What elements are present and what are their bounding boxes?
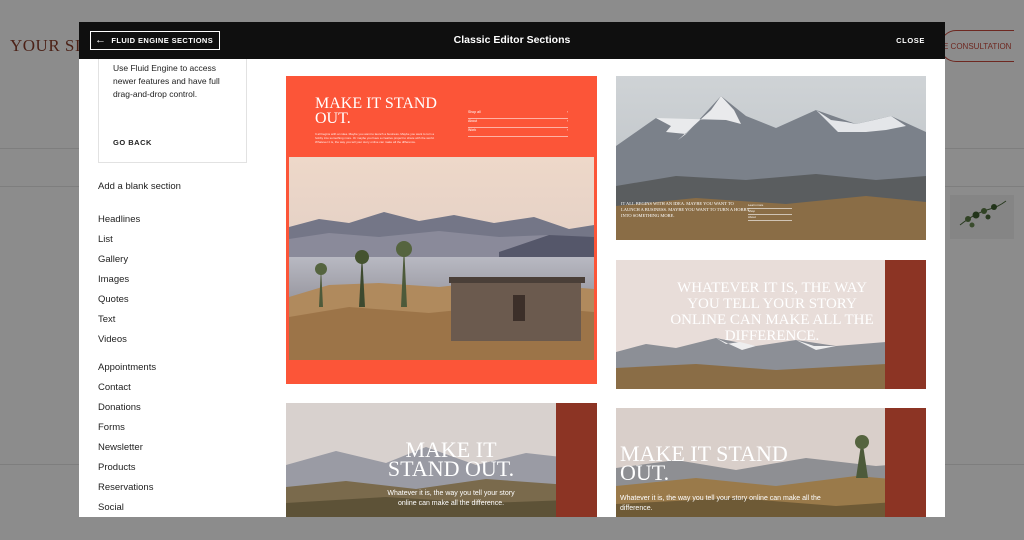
accent-bar xyxy=(556,403,597,517)
modal-title: Classic Editor Sections xyxy=(453,34,571,46)
section-preview-card[interactable]: MAKE IT STAND OUT. It all begins with an… xyxy=(286,76,597,384)
preview-body: IT ALL BEGINS WITH AN IDEA. MAYBE YOU WA… xyxy=(621,201,750,218)
section-picker-modal: ← FLUID ENGINE SECTIONS Classic Editor S… xyxy=(79,22,945,517)
sidebar-item-social[interactable]: Social xyxy=(98,502,124,513)
preview-title: MAKE IT STAND xyxy=(315,95,437,112)
accent-bar xyxy=(885,260,926,389)
fluid-engine-text: Use Fluid Engine to access newer feature… xyxy=(113,63,220,99)
lake-cabin-photo xyxy=(289,157,594,360)
sidebar-item-donations[interactable]: Donations xyxy=(98,402,141,413)
sidebar-item-appointments[interactable]: Appointments xyxy=(98,362,156,373)
modal-header: ← FLUID ENGINE SECTIONS Classic Editor S… xyxy=(79,22,945,59)
sidebar-item-forms[interactable]: Forms xyxy=(98,422,125,433)
sidebar-item-contact[interactable]: Contact xyxy=(98,382,131,393)
preview-link-list: Learn more Shop About xyxy=(748,203,792,221)
preview-body: online can make all the difference. xyxy=(397,500,505,507)
preview-body: Whatever it is, the way you tell your st… xyxy=(387,490,515,497)
preview-body: Whatever it is, the way you tell your st… xyxy=(620,495,821,502)
preview-title: STAND OUT. xyxy=(387,456,515,481)
fluid-engine-notice: Use Fluid Engine to access newer feature… xyxy=(98,59,247,163)
preview-link-list: Shop all › About › Work › xyxy=(468,110,568,137)
preview-link: Work › xyxy=(468,128,568,137)
sidebar-item-newsletter[interactable]: Newsletter xyxy=(98,442,143,453)
sidebar-item-images[interactable]: Images xyxy=(98,274,129,285)
sidebar-item-reservations[interactable]: Reservations xyxy=(98,482,153,493)
section-preview-card[interactable]: MAKE IT STAND OUT. Whatever it is, the w… xyxy=(616,408,926,517)
section-category-sidebar: Use Fluid Engine to access newer feature… xyxy=(79,59,269,517)
section-preview-card[interactable]: IT ALL BEGINS WITH AN IDEA. MAYBE YOU WA… xyxy=(616,76,926,240)
section-preview-card[interactable]: MAKE IT STAND OUT. Whatever it is, the w… xyxy=(286,403,597,517)
preview-link: About xyxy=(748,215,792,221)
preview-body: difference. xyxy=(620,505,653,512)
preview-link: About › xyxy=(468,119,568,128)
sidebar-item-videos[interactable]: Videos xyxy=(98,334,127,345)
sidebar-item-quotes[interactable]: Quotes xyxy=(98,294,129,305)
add-blank-section[interactable]: Add a blank section xyxy=(98,181,181,192)
sidebar-item-products[interactable]: Products xyxy=(98,462,136,473)
sidebar-item-headlines[interactable]: Headlines xyxy=(98,214,140,225)
close-button[interactable]: CLOSE xyxy=(896,36,925,45)
preview-title: OUT. xyxy=(315,110,351,127)
go-back-link[interactable]: GO BACK xyxy=(113,138,152,147)
section-preview-card[interactable]: WHATEVER IT IS, THE WAY YOU TELL YOUR ST… xyxy=(616,260,926,389)
accent-bar xyxy=(885,408,926,517)
preview-headline: WHATEVER IT IS, THE WAY YOU TELL YOUR ST… xyxy=(670,280,874,344)
sidebar-item-text[interactable]: Text xyxy=(98,314,115,325)
sidebar-item-list[interactable]: List xyxy=(98,234,113,245)
preview-body: It all begins with an idea. Maybe you wa… xyxy=(315,132,435,144)
preview-link: Shop all › xyxy=(468,110,568,119)
sidebar-item-gallery[interactable]: Gallery xyxy=(98,254,128,265)
